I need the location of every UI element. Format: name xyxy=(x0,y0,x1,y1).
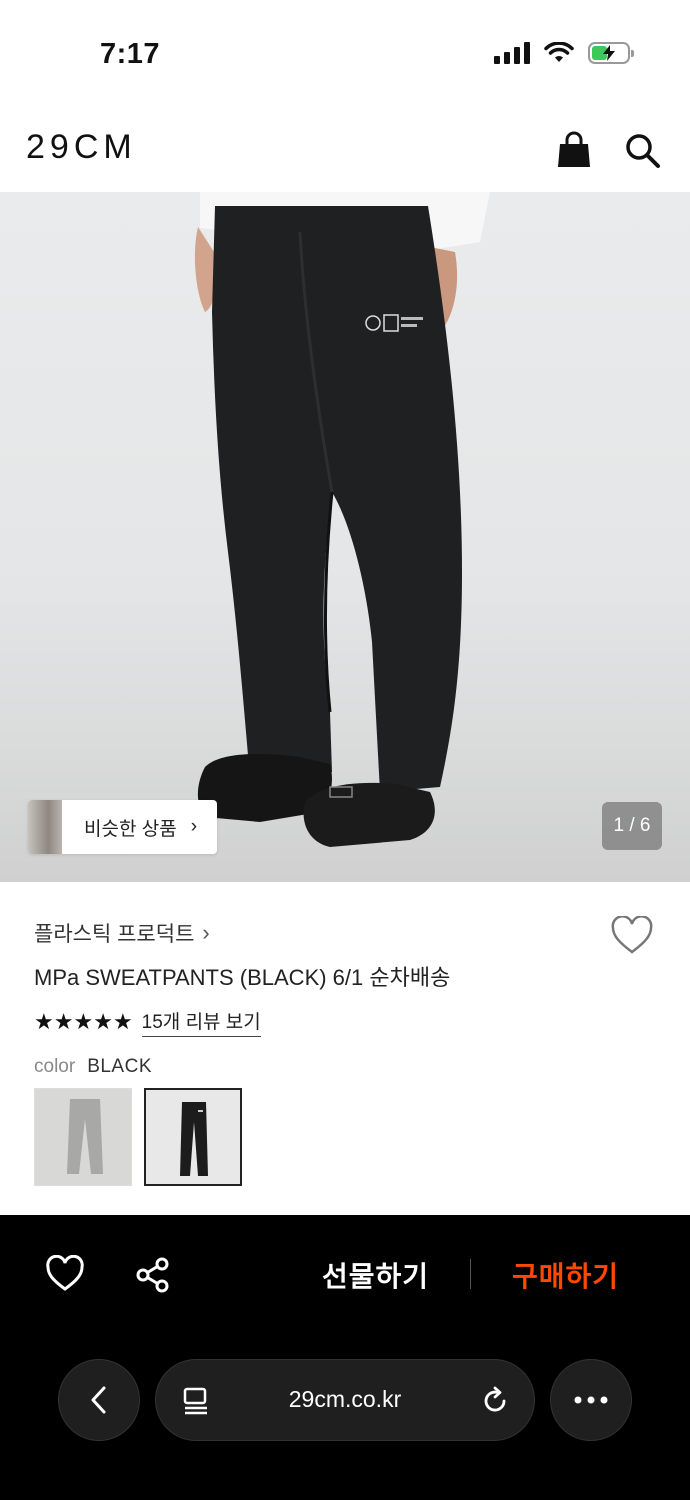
url-text: 29cm.co.kr xyxy=(288,1386,402,1412)
back-button[interactable] xyxy=(58,1359,140,1441)
color-value: BLACK xyxy=(87,1056,152,1077)
browser-toolbar: 29cm.co.kr xyxy=(0,1335,690,1500)
similar-products-button[interactable]: 비슷한 상품 › xyxy=(28,800,218,854)
chevron-right-icon: › xyxy=(190,816,198,837)
star-icon: ★ xyxy=(53,1009,74,1034)
address-bar[interactable]: 29cm.co.kr xyxy=(155,1359,535,1441)
swatch-black[interactable] xyxy=(144,1088,242,1186)
chevron-right-icon: › xyxy=(202,920,210,945)
heart-icon[interactable] xyxy=(610,916,654,956)
divider xyxy=(470,1259,471,1289)
status-bar: 7:17 xyxy=(0,0,690,110)
rating-row: ★ ★ ★ ★ ★ 15개 리뷰 보기 xyxy=(34,1007,261,1037)
battery-icon xyxy=(588,42,634,64)
star-icon: ★ xyxy=(93,1009,113,1034)
share-icon[interactable] xyxy=(133,1255,173,1295)
heart-icon[interactable] xyxy=(45,1255,85,1295)
buy-button[interactable]: 구매하기 xyxy=(512,1255,619,1295)
rating-stars: ★ ★ ★ ★ ★ xyxy=(34,1009,133,1035)
shopping-bag-icon[interactable] xyxy=(554,130,594,170)
color-label: color xyxy=(34,1056,76,1077)
more-options-button[interactable] xyxy=(550,1359,632,1441)
search-icon[interactable] xyxy=(622,130,662,170)
ellipsis-icon xyxy=(574,1396,608,1404)
gift-button[interactable]: 선물하기 xyxy=(322,1255,429,1295)
swatch-grey[interactable] xyxy=(34,1088,132,1186)
cellular-signal-icon xyxy=(494,42,530,64)
star-icon: ★ xyxy=(112,1009,133,1034)
purchase-action-bar: 선물하기 구매하기 xyxy=(0,1215,690,1335)
image-page-counter: 1 / 6 xyxy=(602,802,662,850)
status-icons xyxy=(494,42,634,64)
similar-products-label: 비슷한 상품 xyxy=(84,818,177,840)
product-photo xyxy=(194,192,490,847)
status-time: 7:17 xyxy=(100,38,161,70)
brand-name: 플라스틱 프로덕트 xyxy=(34,923,195,946)
wifi-icon xyxy=(544,42,574,62)
product-title: MPa SWEATPANTS (BLACK) 6/1 순차배송 xyxy=(34,965,451,990)
review-link[interactable]: 15개 리뷰 보기 xyxy=(141,1007,261,1037)
app-header: 29CM xyxy=(0,110,690,192)
chevron-left-icon xyxy=(91,1386,106,1414)
star-icon: ★ xyxy=(73,1009,93,1034)
color-option-row: color BLACK xyxy=(34,1056,152,1078)
star-icon: ★ xyxy=(34,1009,54,1034)
color-swatches xyxy=(34,1088,242,1186)
similar-product-thumbnail xyxy=(28,800,62,854)
reload-icon[interactable] xyxy=(480,1386,510,1416)
product-image-carousel[interactable]: 비슷한 상품 › 1 / 6 xyxy=(0,192,690,882)
logo-29cm[interactable]: 29CM xyxy=(26,128,137,167)
brand-link[interactable]: 플라스틱 프로덕트 › xyxy=(34,918,210,948)
